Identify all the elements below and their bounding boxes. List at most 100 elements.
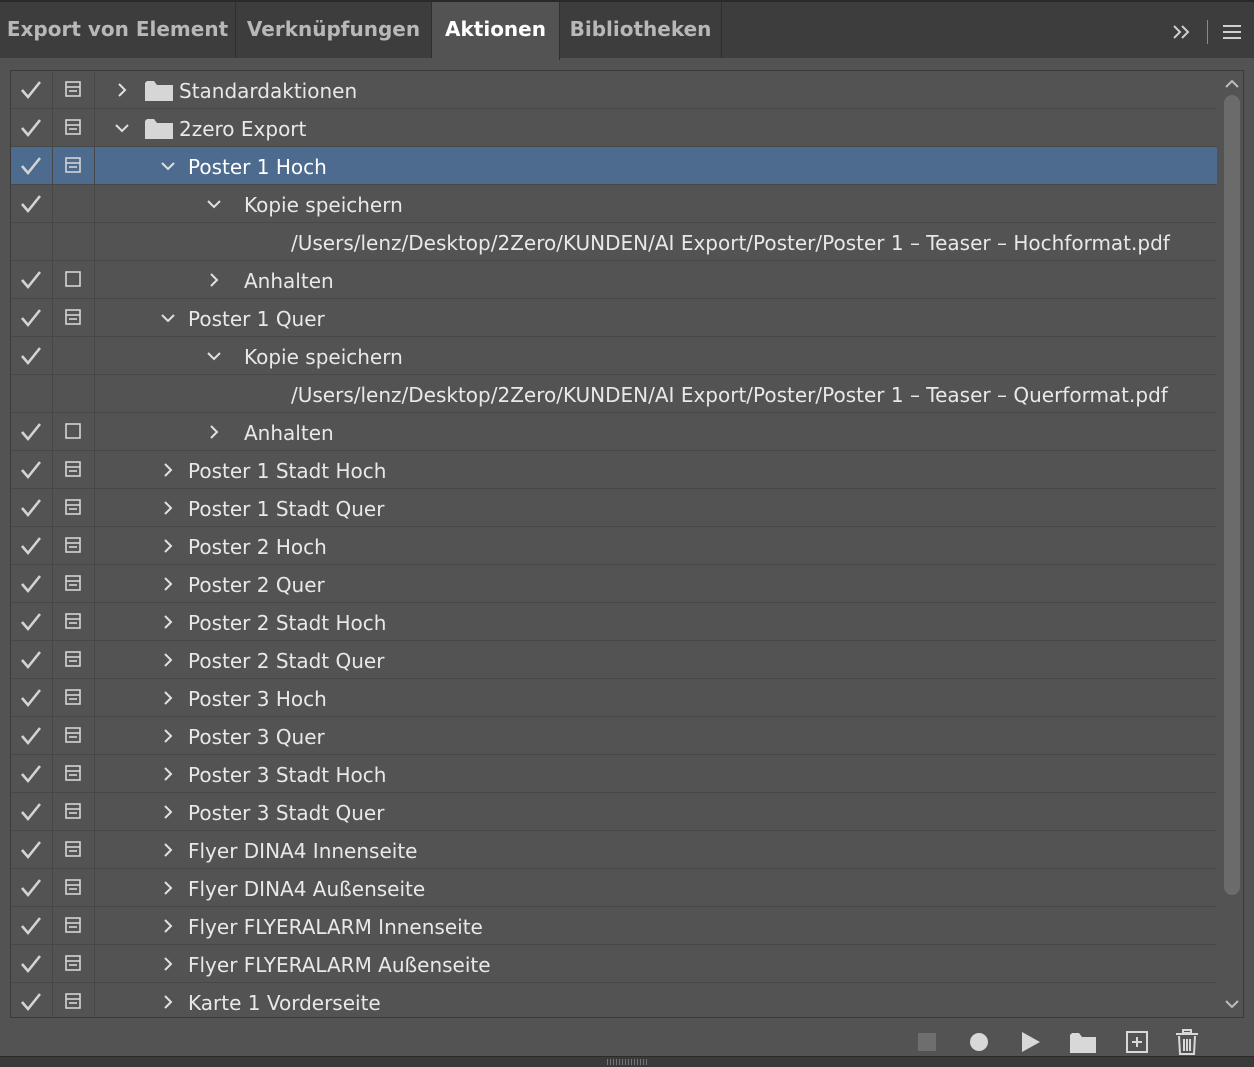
scroll-up-icon[interactable] xyxy=(1224,77,1240,91)
toggle-item-cell[interactable] xyxy=(11,679,53,717)
chevron-right-icon[interactable] xyxy=(112,80,132,100)
action-row[interactable]: /Users/lenz/Desktop/2Zero/KUNDEN/AI Expo… xyxy=(11,375,1217,413)
toggle-item-cell[interactable] xyxy=(11,451,53,489)
chevron-right-icon[interactable] xyxy=(204,422,224,442)
chevron-right-icon[interactable] xyxy=(158,612,178,632)
action-row[interactable]: 2zero Export xyxy=(11,109,1217,147)
toggle-dialog-cell[interactable] xyxy=(53,603,95,641)
toggle-dialog-cell[interactable] xyxy=(53,451,95,489)
toggle-item-cell[interactable] xyxy=(11,261,53,299)
action-row[interactable]: Anhalten xyxy=(11,261,1217,299)
action-row[interactable]: Anhalten xyxy=(11,413,1217,451)
stop-icon[interactable] xyxy=(911,1026,943,1058)
toggle-dialog-cell[interactable] xyxy=(53,337,95,375)
action-row[interactable]: Flyer FLYERALARM Außenseite xyxy=(11,945,1217,983)
toggle-item-cell[interactable] xyxy=(11,565,53,603)
tab-export-von-element[interactable]: Export von Element xyxy=(0,2,236,58)
toggle-item-cell[interactable] xyxy=(11,755,53,793)
action-row[interactable]: Kopie speichern xyxy=(11,337,1217,375)
toggle-item-cell[interactable] xyxy=(11,983,53,1017)
toggle-dialog-cell[interactable] xyxy=(53,299,95,337)
action-row[interactable]: Poster 3 Quer xyxy=(11,717,1217,755)
toggle-item-cell[interactable] xyxy=(11,109,53,147)
scroll-down-icon[interactable] xyxy=(1224,997,1240,1011)
action-row[interactable]: Poster 3 Stadt Quer xyxy=(11,793,1217,831)
toggle-item-cell[interactable] xyxy=(11,337,53,375)
chevron-down-icon[interactable] xyxy=(158,156,178,176)
action-row[interactable]: Standardaktionen xyxy=(11,71,1217,109)
toggle-dialog-cell[interactable] xyxy=(53,375,95,413)
toggle-item-cell[interactable] xyxy=(11,71,53,109)
toggle-dialog-cell[interactable] xyxy=(53,71,95,109)
toggle-dialog-cell[interactable] xyxy=(53,223,95,261)
tab-aktionen[interactable]: Aktionen xyxy=(432,2,560,60)
chevron-right-icon[interactable] xyxy=(158,802,178,822)
toggle-dialog-cell[interactable] xyxy=(53,983,95,1017)
chevron-down-icon[interactable] xyxy=(204,194,224,214)
toggle-dialog-cell[interactable] xyxy=(53,261,95,299)
action-row[interactable]: Poster 1 Stadt Hoch xyxy=(11,451,1217,489)
chevron-right-icon[interactable] xyxy=(158,726,178,746)
toggle-dialog-cell[interactable] xyxy=(53,413,95,451)
toggle-item-cell[interactable] xyxy=(11,717,53,755)
new-action-icon[interactable] xyxy=(1121,1026,1153,1058)
chevron-down-icon[interactable] xyxy=(158,308,178,328)
chevron-right-icon[interactable] xyxy=(158,916,178,936)
chevron-right-icon[interactable] xyxy=(158,460,178,480)
chevron-right-icon[interactable] xyxy=(158,878,178,898)
toggle-item-cell[interactable] xyxy=(11,793,53,831)
toggle-dialog-cell[interactable] xyxy=(53,793,95,831)
action-row[interactable]: Flyer DINA4 Außenseite xyxy=(11,869,1217,907)
toggle-dialog-cell[interactable] xyxy=(53,185,95,223)
toggle-item-cell[interactable] xyxy=(11,147,53,185)
chevron-right-icon[interactable] xyxy=(158,650,178,670)
chevron-right-icon[interactable] xyxy=(158,840,178,860)
folder-icon[interactable] xyxy=(1067,1026,1099,1058)
expand-panels-icon[interactable] xyxy=(1164,14,1200,50)
action-row[interactable]: Poster 2 Hoch xyxy=(11,527,1217,565)
toggle-item-cell[interactable] xyxy=(11,375,53,413)
record-icon[interactable] xyxy=(963,1026,995,1058)
toggle-dialog-cell[interactable] xyxy=(53,489,95,527)
chevron-right-icon[interactable] xyxy=(158,536,178,556)
chevron-right-icon[interactable] xyxy=(158,954,178,974)
toggle-dialog-cell[interactable] xyxy=(53,641,95,679)
toggle-item-cell[interactable] xyxy=(11,223,53,261)
action-row[interactable]: Poster 1 Hoch xyxy=(11,147,1217,185)
chevron-right-icon[interactable] xyxy=(158,992,178,1012)
tab-bibliotheken[interactable]: Bibliotheken xyxy=(560,2,722,58)
toggle-dialog-cell[interactable] xyxy=(53,565,95,603)
toggle-item-cell[interactable] xyxy=(11,603,53,641)
toggle-dialog-cell[interactable] xyxy=(53,527,95,565)
toggle-item-cell[interactable] xyxy=(11,185,53,223)
chevron-right-icon[interactable] xyxy=(158,764,178,784)
action-row[interactable]: Poster 1 Stadt Quer xyxy=(11,489,1217,527)
trash-icon[interactable] xyxy=(1171,1026,1203,1058)
toggle-dialog-cell[interactable] xyxy=(53,907,95,945)
toggle-item-cell[interactable] xyxy=(11,527,53,565)
toggle-item-cell[interactable] xyxy=(11,489,53,527)
chevron-down-icon[interactable] xyxy=(112,118,132,138)
chevron-right-icon[interactable] xyxy=(158,688,178,708)
action-row[interactable]: Kopie speichern xyxy=(11,185,1217,223)
action-row[interactable]: /Users/lenz/Desktop/2Zero/KUNDEN/AI Expo… xyxy=(11,223,1217,261)
action-row[interactable]: Poster 2 Stadt Hoch xyxy=(11,603,1217,641)
toggle-dialog-cell[interactable] xyxy=(53,945,95,983)
action-row[interactable]: Poster 3 Hoch xyxy=(11,679,1217,717)
scroll-thumb[interactable] xyxy=(1224,95,1240,895)
action-row[interactable]: Poster 3 Stadt Hoch xyxy=(11,755,1217,793)
action-row[interactable]: Poster 1 Quer xyxy=(11,299,1217,337)
toggle-dialog-cell[interactable] xyxy=(53,679,95,717)
action-row[interactable]: Flyer FLYERALARM Innenseite xyxy=(11,907,1217,945)
vertical-scrollbar[interactable] xyxy=(1219,71,1243,1017)
action-row[interactable]: Karte 1 Vorderseite xyxy=(11,983,1217,1017)
toggle-item-cell[interactable] xyxy=(11,907,53,945)
action-row[interactable]: Flyer DINA4 Innenseite xyxy=(11,831,1217,869)
chevron-right-icon[interactable] xyxy=(204,270,224,290)
chevron-right-icon[interactable] xyxy=(158,498,178,518)
chevron-right-icon[interactable] xyxy=(158,574,178,594)
toggle-dialog-cell[interactable] xyxy=(53,869,95,907)
toggle-dialog-cell[interactable] xyxy=(53,831,95,869)
toggle-dialog-cell[interactable] xyxy=(53,717,95,755)
toggle-dialog-cell[interactable] xyxy=(53,109,95,147)
